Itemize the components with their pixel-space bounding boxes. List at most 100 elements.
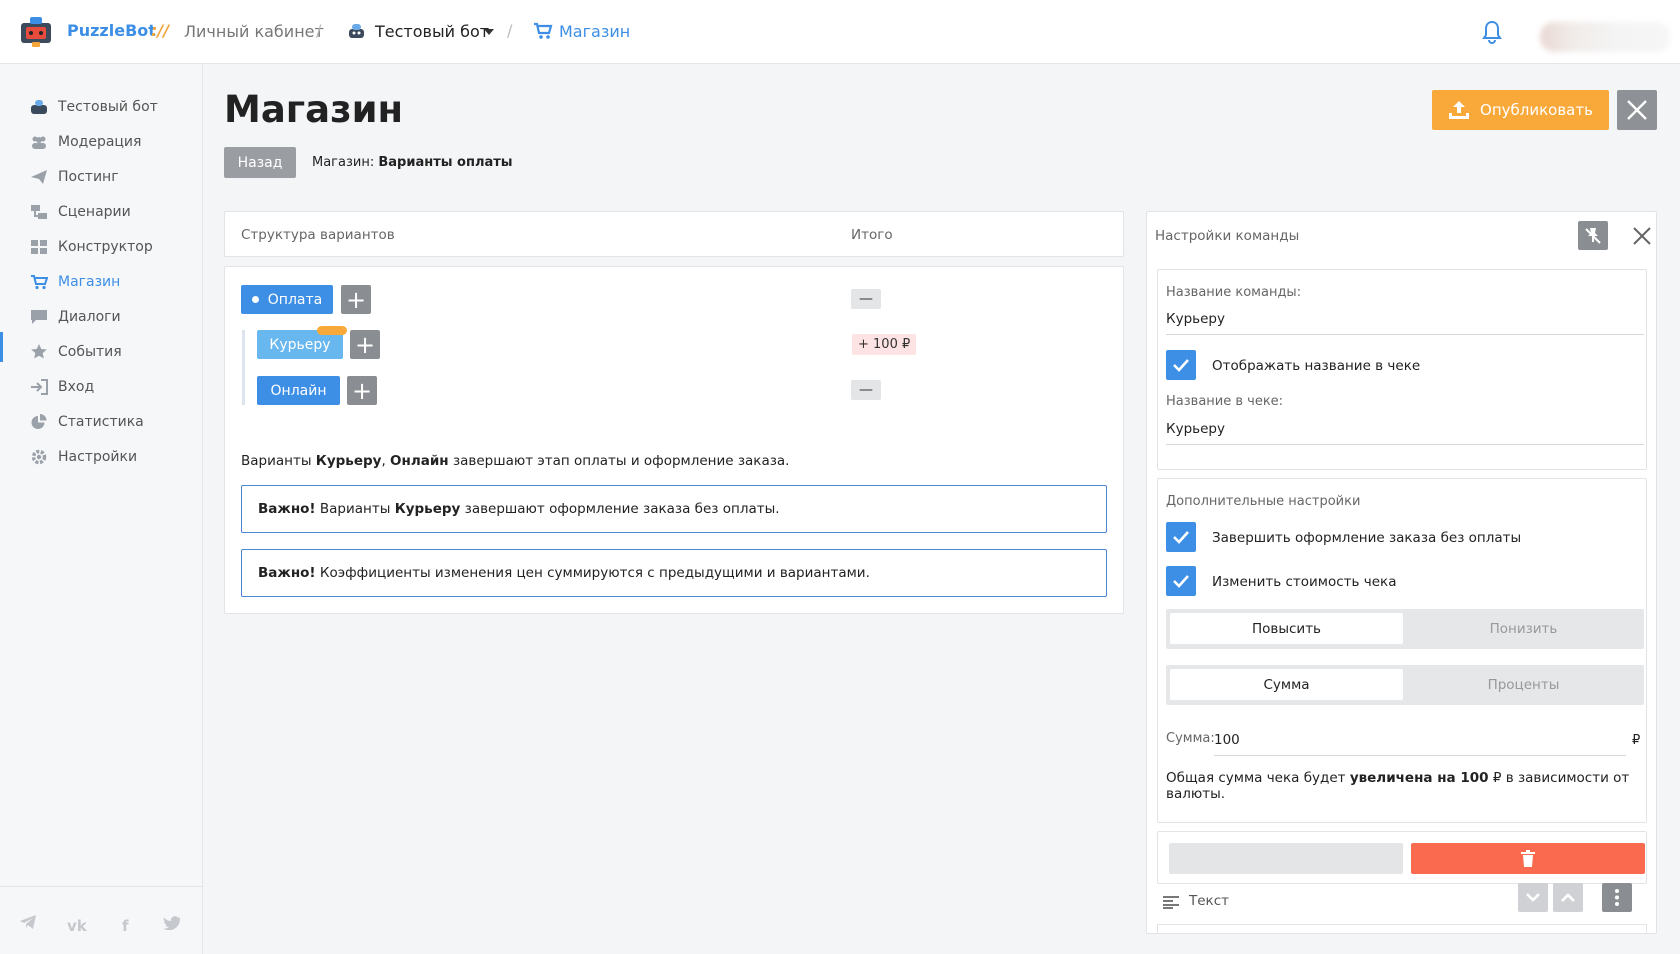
- brand-separator: ://: [151, 21, 170, 40]
- add-child-button[interactable]: +: [350, 330, 380, 359]
- note-text: завершают этап оплаты и оформление заказ…: [452, 453, 790, 469]
- brand-name[interactable]: PuzzleBot: [67, 21, 156, 40]
- publish-label: Опубликовать: [1480, 101, 1593, 119]
- sidebar-item-constructor[interactable]: Конструктор: [30, 237, 153, 257]
- cart-icon: [31, 275, 48, 290]
- breadcrumb-shop[interactable]: Магазин: [559, 22, 630, 41]
- vk-icon[interactable]: vk: [67, 917, 87, 935]
- sidebar-item-events[interactable]: События: [30, 342, 122, 362]
- more-options-button[interactable]: [1602, 883, 1632, 912]
- page-title: Магазин: [224, 88, 404, 131]
- bell-icon[interactable]: [1480, 19, 1504, 45]
- total-badge: —: [851, 380, 881, 400]
- sidebar-item-label: Модерация: [58, 134, 142, 150]
- publish-button[interactable]: Опубликовать: [1432, 90, 1609, 130]
- selected-marker: [317, 326, 347, 335]
- breadcrumb-bot-selector[interactable]: Тестовый бот: [375, 22, 489, 41]
- sidebar-item-dialogs[interactable]: Диалоги: [30, 307, 121, 327]
- sum-label: Сумма:: [1166, 731, 1215, 746]
- currency-unit: ₽: [1632, 733, 1641, 748]
- chat-icon: [31, 310, 47, 324]
- check-icon: [1173, 531, 1189, 544]
- option-online[interactable]: Онлайн: [257, 376, 340, 405]
- sidebar-item-login[interactable]: Вход: [30, 377, 94, 397]
- alert-important: Важно! Коэффициенты изменения цен суммир…: [241, 549, 1107, 597]
- move-up-button[interactable]: [1553, 883, 1583, 912]
- user-menu[interactable]: [1540, 22, 1670, 52]
- note-comma: ,: [381, 453, 386, 469]
- alert-bold: Важно!: [258, 565, 316, 581]
- move-down-button[interactable]: [1518, 883, 1548, 912]
- top-bar: PuzzleBot :// Личный кабинет / Тестовый …: [0, 0, 1680, 64]
- delete-button[interactable]: [1411, 843, 1645, 874]
- sidebar-item-scenarios[interactable]: Сценарии: [30, 202, 131, 222]
- command-settings-panel: Настройки команды Название команды: Курь…: [1146, 211, 1657, 934]
- kebab-icon: [1615, 889, 1619, 906]
- extra-settings-box: Дополнительные настройки Завершить оформ…: [1157, 478, 1647, 823]
- decrease-option[interactable]: Понизить: [1407, 613, 1640, 644]
- option-label: Оплата: [267, 291, 323, 308]
- sidebar-item-label: Вход: [58, 379, 95, 395]
- panel-title: Настройки команды: [1155, 228, 1300, 244]
- sidebar-item-label: События: [58, 344, 122, 360]
- check-icon: [1173, 359, 1189, 372]
- change-cost-label: Изменить стоимость чека: [1212, 574, 1397, 590]
- twitter-icon[interactable]: [163, 916, 181, 930]
- price-badge: + 100 ₽: [852, 334, 917, 355]
- unpin-button[interactable]: [1578, 221, 1608, 250]
- sidebar-item-statistics[interactable]: Статистика: [30, 412, 144, 432]
- increase-option[interactable]: Повысить: [1170, 613, 1403, 644]
- paper-plane-icon: [31, 170, 47, 184]
- sum-input[interactable]: 100: [1214, 732, 1626, 756]
- add-child-button[interactable]: +: [341, 285, 371, 314]
- actions-box: [1157, 831, 1647, 884]
- show-in-receipt-checkbox[interactable]: [1166, 350, 1196, 380]
- amount-option[interactable]: Сумма: [1170, 669, 1403, 700]
- sub-breadcrumb: Магазин: Варианты оплаты: [312, 155, 513, 170]
- alert-text: Варианты: [319, 501, 391, 517]
- extra-settings-title: Дополнительные настройки: [1166, 494, 1361, 509]
- command-name-input[interactable]: Курьеру: [1166, 311, 1644, 335]
- puzzlebot-logo[interactable]: [19, 14, 53, 48]
- text-align-icon: [1163, 896, 1179, 909]
- summary-text: Общая сумма чека будет: [1166, 770, 1346, 786]
- sidebar-item-shop[interactable]: Магазин: [30, 272, 120, 292]
- dot-icon: [251, 296, 259, 303]
- finish-no-pay-checkbox[interactable]: [1166, 522, 1196, 552]
- sum-summary: Общая сумма чека будет увеличена на 100 …: [1166, 770, 1646, 802]
- receipt-name-input[interactable]: Курьеру: [1166, 421, 1644, 445]
- pin-off-icon: [1585, 228, 1601, 244]
- sidebar-item-label: Статистика: [58, 414, 144, 430]
- sidebar-item-bot[interactable]: Тестовый бот: [30, 97, 158, 117]
- users-icon: [32, 136, 46, 149]
- sidebar-item-label: Настройки: [58, 449, 138, 465]
- close-button[interactable]: [1617, 90, 1657, 130]
- sidebar-active-indicator: [0, 332, 3, 362]
- sidebar-item-settings[interactable]: Настройки: [30, 447, 137, 467]
- percent-option[interactable]: Проценты: [1407, 669, 1640, 700]
- sidebar-item-moderation[interactable]: Модерация: [30, 132, 141, 152]
- sidebar-item-label: Сценарии: [58, 204, 131, 220]
- change-cost-checkbox[interactable]: [1166, 566, 1196, 596]
- note-variant: Курьеру: [315, 453, 382, 469]
- chevron-down-icon[interactable]: [484, 29, 494, 35]
- mode-toggle: Сумма Проценты: [1166, 665, 1644, 705]
- star-icon: [31, 344, 47, 359]
- secondary-action-button[interactable]: [1169, 843, 1403, 874]
- breadcrumb-cabinet[interactable]: Личный кабинет: [184, 22, 324, 41]
- column-structure: Структура вариантов: [241, 227, 395, 243]
- back-button[interactable]: Назад: [224, 147, 296, 178]
- command-name-box: Название команды: Курьеру Отображать наз…: [1157, 269, 1647, 470]
- receipt-name-label: Название в чеке:: [1166, 394, 1284, 409]
- facebook-icon[interactable]: f: [122, 917, 129, 935]
- note-text: Варианты: [241, 453, 312, 469]
- show-in-receipt-label: Отображать название в чеке: [1212, 358, 1421, 374]
- option-payment[interactable]: Оплата: [241, 285, 333, 314]
- add-child-button[interactable]: +: [347, 376, 377, 405]
- scenario-icon: [31, 205, 47, 219]
- telegram-icon[interactable]: [20, 915, 36, 929]
- close-icon[interactable]: [1631, 225, 1653, 247]
- total-badge: —: [851, 289, 881, 309]
- sidebar-item-posting[interactable]: Постинг: [30, 167, 119, 187]
- alert-variant: Курьеру: [394, 501, 461, 517]
